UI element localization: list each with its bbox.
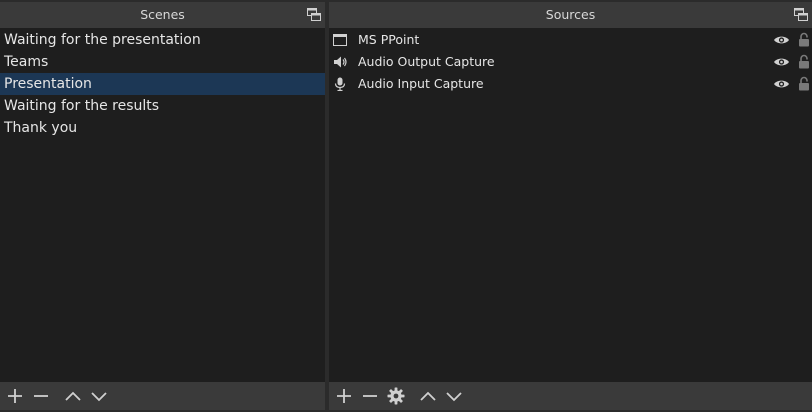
scenes-toolbar (0, 382, 325, 410)
remove-icon (34, 395, 48, 397)
window-capture-icon (333, 34, 347, 46)
source-properties-button[interactable] (386, 386, 406, 406)
source-item[interactable]: MS PPoint (329, 29, 812, 51)
source-label: Audio Input Capture (358, 76, 484, 91)
sources-dock: Sources MS PPoint Audio Output Capture A… (329, 2, 812, 410)
add-source-button[interactable] (334, 386, 354, 406)
scenes-undock-icon[interactable] (307, 8, 321, 21)
move-down-icon (446, 392, 462, 402)
eye-icon[interactable] (773, 34, 790, 46)
unlocked-icon[interactable] (798, 32, 810, 47)
source-item[interactable]: Audio Output Capture (329, 51, 812, 73)
eye-icon[interactable] (773, 78, 790, 90)
move-up-icon (65, 391, 81, 401)
scene-item-selected[interactable]: Presentation (0, 73, 325, 95)
obs-docks: Scenes Waiting for the presentation Team… (0, 0, 812, 412)
add-scene-button[interactable] (5, 386, 25, 406)
sources-toolbar (329, 382, 812, 410)
gear-icon (387, 387, 405, 405)
speaker-icon (334, 56, 347, 68)
scene-item[interactable]: Waiting for the presentation (0, 29, 325, 51)
sources-list[interactable]: MS PPoint Audio Output Capture Audio Inp… (329, 29, 812, 382)
source-label: MS PPoint (358, 32, 420, 47)
source-item[interactable]: Audio Input Capture (329, 73, 812, 95)
unlocked-icon[interactable] (798, 54, 810, 69)
sources-title: Sources (329, 2, 812, 28)
source-label: Audio Output Capture (358, 54, 495, 69)
scenes-dock: Scenes Waiting for the presentation Team… (0, 2, 325, 410)
unlocked-icon[interactable] (798, 76, 810, 91)
remove-source-button[interactable] (360, 386, 380, 406)
move-source-down-button[interactable] (444, 386, 464, 406)
add-icon (337, 389, 351, 403)
sources-undock-icon[interactable] (794, 8, 808, 21)
remove-icon (363, 395, 377, 397)
move-source-up-button[interactable] (418, 386, 438, 406)
add-icon (8, 389, 22, 403)
scene-item[interactable]: Teams (0, 51, 325, 73)
microphone-icon (334, 77, 346, 91)
scene-item[interactable]: Waiting for the results (0, 95, 325, 117)
move-down-icon (91, 392, 107, 402)
scene-item[interactable]: Thank you (0, 117, 325, 139)
move-scene-up-button[interactable] (63, 386, 83, 406)
remove-scene-button[interactable] (31, 386, 51, 406)
move-up-icon (420, 391, 436, 401)
scenes-title: Scenes (0, 2, 325, 28)
move-scene-down-button[interactable] (89, 386, 109, 406)
eye-icon[interactable] (773, 56, 790, 68)
scenes-list[interactable]: Waiting for the presentation Teams Prese… (0, 29, 325, 382)
